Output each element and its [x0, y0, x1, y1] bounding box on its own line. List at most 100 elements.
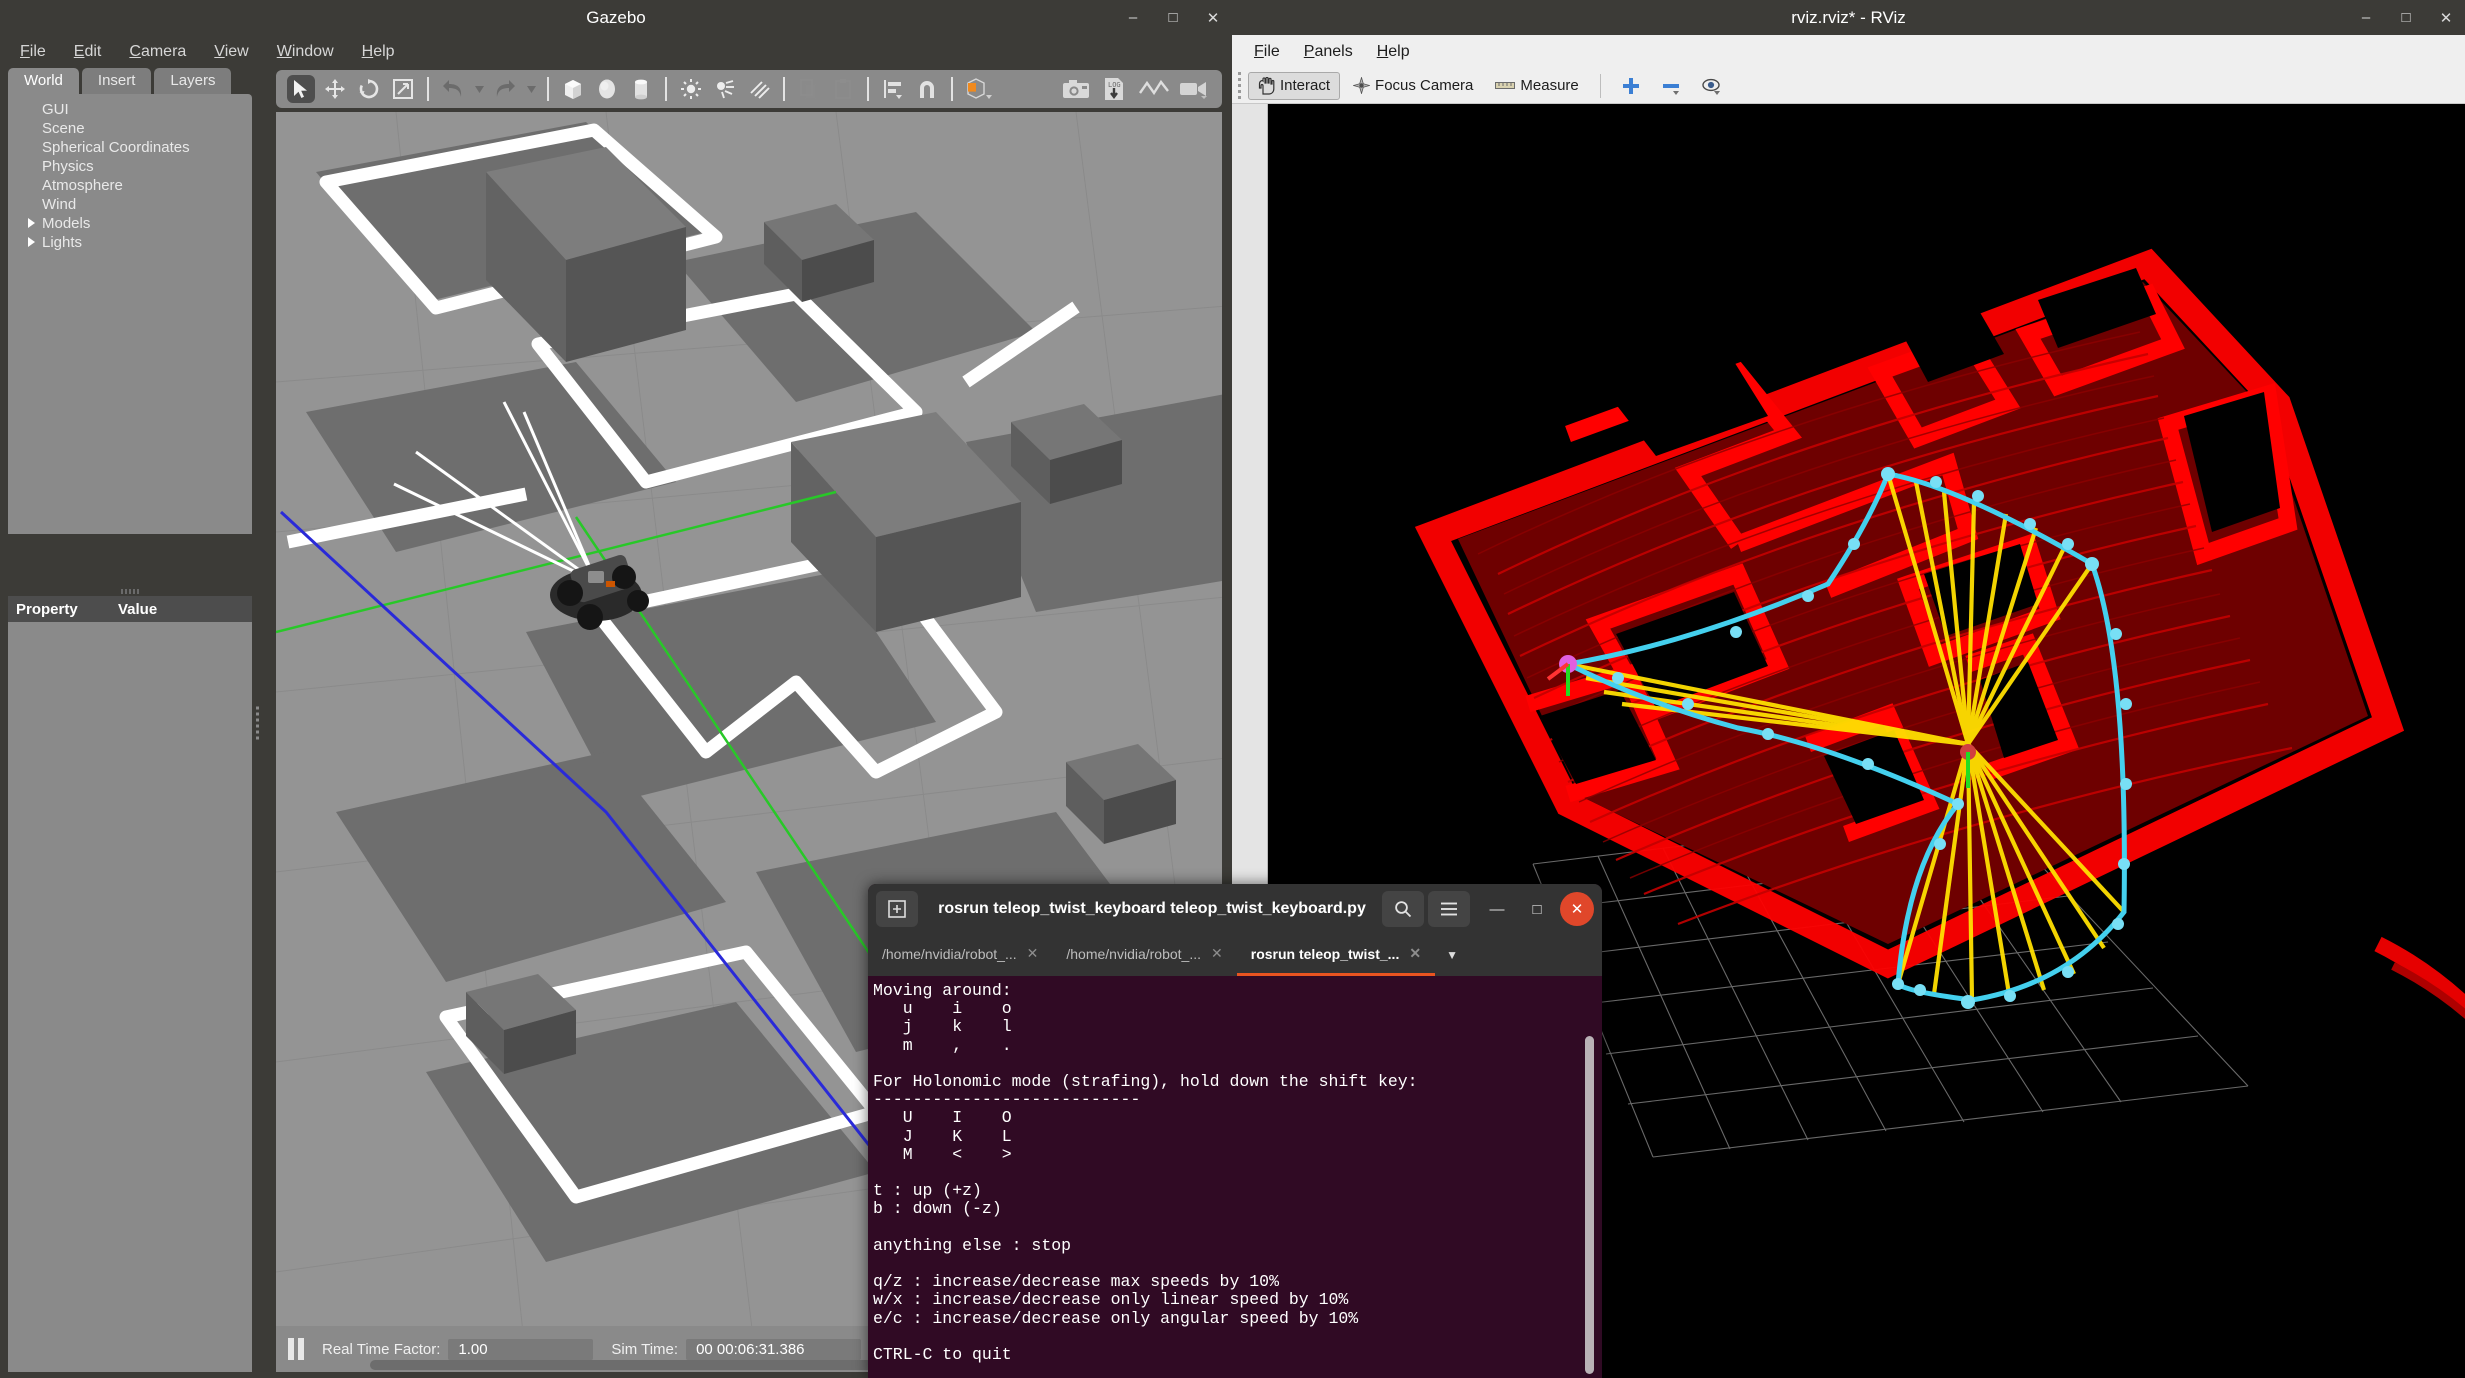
terminal-tab-3[interactable]: rosrun teleop_twist_... ✕: [1236, 934, 1436, 976]
sim-time-value: 00 00:06:31.386: [686, 1338, 862, 1360]
tree-item-wind[interactable]: Wind: [8, 195, 252, 214]
property-column-header: Property: [16, 600, 78, 618]
tab-insert[interactable]: Insert: [81, 68, 152, 94]
terminal-output[interactable]: Moving around: u i o j k l m , . For Hol…: [868, 976, 1602, 1378]
gazebo-left-panel: World Insert Layers GUI Scene Spherical …: [0, 68, 260, 1378]
minimize-icon[interactable]: –: [1122, 7, 1144, 29]
point-light-icon[interactable]: [677, 75, 705, 103]
terminal-tab-2[interactable]: /home/nvidia/robot_... ✕: [1052, 934, 1236, 976]
focus-camera-button[interactable]: Focus Camera: [1344, 73, 1482, 98]
cylinder-icon[interactable]: [627, 75, 655, 103]
plus-icon: [1622, 77, 1640, 95]
maximize-icon[interactable]: □: [2395, 7, 2417, 29]
record-video-icon[interactable]: [1177, 75, 1211, 103]
tree-item-models[interactable]: Models: [8, 214, 252, 233]
tab-layers[interactable]: Layers: [154, 68, 232, 94]
terminal-tab-2-label: /home/nvidia/robot_...: [1066, 945, 1202, 962]
redo-dropdown-icon[interactable]: [525, 75, 537, 103]
view-tool-button[interactable]: [1693, 73, 1731, 99]
toolbar-divider: [783, 77, 785, 101]
close-icon[interactable]: ✕: [1202, 7, 1224, 29]
directional-light-icon[interactable]: [745, 75, 773, 103]
terminal-tab-3-label: rosrun teleop_twist_...: [1250, 945, 1400, 962]
splitter-grip-icon: [256, 706, 259, 740]
eye-icon: [1702, 77, 1722, 95]
terminal-scrollbar[interactable]: [1585, 1036, 1594, 1374]
screenshot-icon[interactable]: [1059, 75, 1093, 103]
chevron-right-icon[interactable]: [28, 237, 35, 247]
maximize-icon[interactable]: □: [1520, 892, 1554, 926]
gazebo-toolbar: LOG: [276, 70, 1222, 108]
gazebo-window-controls: – □ ✕: [1122, 0, 1224, 35]
minimize-icon[interactable]: –: [2355, 7, 2377, 29]
pause-icon[interactable]: [288, 1338, 308, 1360]
rotate-icon[interactable]: [355, 75, 383, 103]
paste-icon[interactable]: [829, 75, 857, 103]
close-tab-icon[interactable]: ✕: [1027, 945, 1039, 962]
close-tab-icon[interactable]: ✕: [1409, 945, 1421, 962]
toolbar-divider: [427, 77, 429, 101]
menu-help[interactable]: Help: [1365, 40, 1422, 64]
close-icon[interactable]: ✕: [1560, 892, 1594, 926]
menu-camera[interactable]: Camera: [117, 39, 198, 65]
rviz-toolbar: Interact Focus Camera Measure: [1232, 68, 2465, 104]
menu-file[interactable]: FFileile: [8, 39, 58, 65]
toolbar-divider: [547, 77, 549, 101]
tree-item-models-label: Models: [42, 215, 91, 232]
tab-world[interactable]: World: [8, 68, 79, 94]
tree-item-spherical-coordinates[interactable]: Spherical Coordinates: [8, 138, 252, 157]
search-icon[interactable]: [1382, 891, 1424, 927]
menu-file[interactable]: File: [1242, 40, 1292, 64]
terminal-title: rosrun teleop_twist_keyboard teleop_twis…: [938, 900, 1366, 917]
tree-item-physics[interactable]: Physics: [8, 157, 252, 176]
close-tab-icon[interactable]: ✕: [1211, 945, 1223, 962]
menu-edit[interactable]: Edit: [62, 39, 114, 65]
menu-window[interactable]: Window: [265, 39, 346, 65]
toolbar-divider: [1599, 73, 1601, 98]
menu-view[interactable]: View: [202, 39, 260, 65]
select-arrow-icon[interactable]: [287, 75, 315, 103]
maximize-icon[interactable]: □: [1162, 7, 1184, 29]
menu-help[interactable]: Help: [350, 39, 407, 65]
close-icon[interactable]: ✕: [2435, 7, 2457, 29]
minimize-icon[interactable]: —: [1480, 892, 1514, 926]
add-tool-button[interactable]: [1613, 73, 1649, 99]
focus-camera-label: Focus Camera: [1375, 77, 1474, 94]
undo-icon[interactable]: [439, 75, 467, 103]
toolbar-grip-icon[interactable]: [1238, 72, 1241, 99]
align-icon[interactable]: [879, 75, 907, 103]
tree-item-lights[interactable]: Lights: [8, 233, 252, 252]
new-tab-icon[interactable]: [876, 891, 918, 927]
chevron-down-icon[interactable]: ▼: [1435, 934, 1469, 976]
svg-text:LOG: LOG: [1108, 81, 1121, 89]
property-table-header: Property Value: [8, 596, 252, 622]
toolbar-divider: [951, 77, 953, 101]
sphere-icon[interactable]: [593, 75, 621, 103]
tree-item-gui[interactable]: GUI: [8, 100, 252, 119]
chevron-right-icon[interactable]: [28, 218, 35, 228]
plot-icon[interactable]: [1137, 75, 1171, 103]
box-icon[interactable]: [559, 75, 587, 103]
view-angle-icon[interactable]: [963, 75, 997, 103]
panel-resize-grip[interactable]: [121, 589, 139, 594]
interact-label: Interact: [1280, 77, 1331, 94]
minus-icon: [1662, 77, 1680, 95]
tree-item-scene[interactable]: Scene: [8, 119, 252, 138]
menu-panels[interactable]: Panels: [1292, 40, 1365, 64]
hamburger-menu-icon[interactable]: [1428, 891, 1470, 927]
terminal-tab-1[interactable]: /home/nvidia/robot_... ✕: [868, 934, 1052, 976]
interact-button[interactable]: Interact: [1248, 71, 1341, 100]
remove-tool-button[interactable]: [1653, 73, 1689, 99]
redo-icon[interactable]: [491, 75, 519, 103]
scale-icon[interactable]: [389, 75, 417, 103]
hand-cursor-icon: [1258, 76, 1275, 95]
translate-icon[interactable]: [321, 75, 349, 103]
measure-button[interactable]: Measure: [1486, 73, 1587, 98]
undo-dropdown-icon[interactable]: [473, 75, 485, 103]
spot-light-icon[interactable]: [711, 75, 739, 103]
real-time-factor-label: Real Time Factor:: [322, 1340, 441, 1358]
snap-icon[interactable]: [913, 75, 941, 103]
tree-item-atmosphere[interactable]: Atmosphere: [8, 176, 252, 195]
log-icon[interactable]: LOG: [1099, 75, 1131, 103]
copy-icon[interactable]: [795, 75, 823, 103]
